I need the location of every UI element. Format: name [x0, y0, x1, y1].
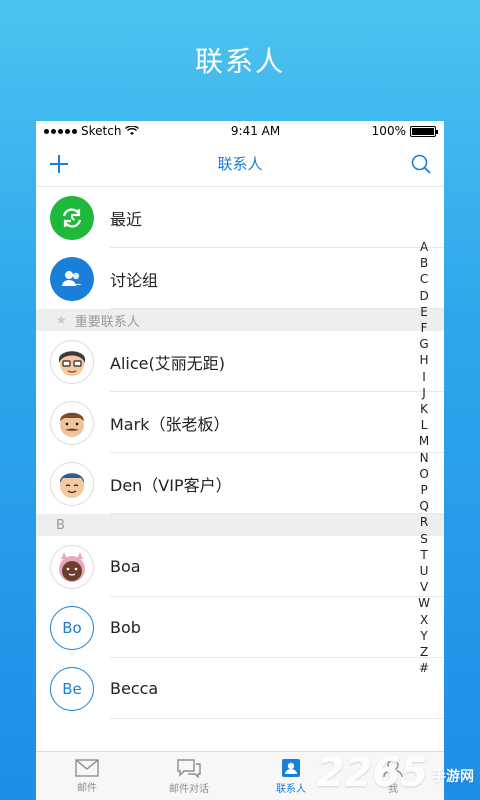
- tab-label: 邮件对话: [169, 783, 209, 795]
- index-letter[interactable]: Y: [420, 628, 427, 644]
- index-letter[interactable]: U: [420, 563, 429, 579]
- banner-title: 联系人: [194, 45, 285, 78]
- avatar: [50, 339, 94, 384]
- contact-row[interactable]: Be Becca: [36, 658, 444, 719]
- index-letter[interactable]: #: [419, 660, 429, 676]
- avatar: [50, 400, 94, 445]
- index-letter[interactable]: E: [420, 304, 428, 320]
- recent-icon: [50, 195, 94, 240]
- index-letter[interactable]: Q: [419, 498, 428, 514]
- index-letter[interactable]: C: [420, 271, 428, 287]
- contact-row[interactable]: Alice(艾丽无距): [36, 331, 444, 392]
- index-letter[interactable]: Z: [420, 644, 428, 660]
- index-letter[interactable]: V: [420, 579, 428, 595]
- contact-name: Den（VIP客户）: [110, 475, 232, 495]
- index-letter[interactable]: H: [420, 352, 429, 368]
- battery-icon: [409, 125, 438, 137]
- recent-row[interactable]: 最近: [36, 187, 444, 248]
- signal-icon: [44, 128, 77, 134]
- index-letter[interactable]: I: [422, 369, 426, 385]
- contact-name: Alice(艾丽无距): [110, 353, 225, 373]
- watermark-number: 2265: [316, 750, 428, 796]
- site-watermark: 2265 手游网: [317, 750, 474, 796]
- clock: 9:41 AM: [230, 124, 281, 138]
- contact-name: Mark（张老板）: [110, 414, 230, 434]
- battery-percent: 100%: [371, 124, 406, 138]
- nav-bar: 联系人: [36, 141, 444, 187]
- carrier-label: Sketch: [81, 124, 122, 138]
- avatar: [50, 544, 94, 589]
- chat-icon: [177, 758, 201, 778]
- index-letter[interactable]: J: [422, 385, 426, 401]
- mail-icon: [75, 758, 99, 777]
- index-letter[interactable]: W: [418, 595, 430, 611]
- contact-name: Bob: [110, 618, 141, 637]
- contact-name: Becca: [110, 679, 159, 698]
- avatar-initials: Be: [50, 666, 94, 711]
- add-icon[interactable]: [48, 153, 70, 175]
- alphabet-index[interactable]: A B C D E F G H I J K L M N O P Q R S T U V W X Y Z #: [418, 239, 430, 676]
- group-icon: [50, 256, 94, 301]
- status-bar: Sketch 9:41 AM 100%: [36, 121, 444, 141]
- tab-conversations[interactable]: 邮件对话: [138, 752, 240, 800]
- recent-label: 最近: [110, 209, 143, 229]
- tab-label: 联系人: [276, 783, 306, 795]
- search-icon[interactable]: [410, 153, 432, 175]
- index-letter[interactable]: R: [420, 514, 428, 530]
- group-label: 讨论组: [110, 270, 159, 290]
- watermark-site: 手游网: [432, 769, 474, 785]
- star-icon: ★: [56, 313, 67, 327]
- phone-screen: Sketch 9:41 AM 100% 联系人 最近 讨论组 ★ 重要联系人 A…: [36, 121, 444, 800]
- avatar: [50, 461, 94, 506]
- index-letter[interactable]: P: [420, 482, 427, 498]
- contacts-icon: [282, 758, 300, 777]
- wifi-icon: [125, 126, 140, 135]
- index-letter[interactable]: G: [419, 336, 428, 352]
- index-letter[interactable]: L: [421, 417, 428, 433]
- index-letter[interactable]: B: [420, 255, 428, 271]
- section-header-starred: ★ 重要联系人: [36, 309, 444, 331]
- tab-mail[interactable]: 邮件: [36, 752, 138, 800]
- index-letter[interactable]: O: [419, 466, 428, 482]
- contact-row[interactable]: Boa: [36, 536, 444, 597]
- index-letter[interactable]: T: [420, 547, 427, 563]
- index-letter[interactable]: N: [420, 450, 429, 466]
- contact-list: 最近 讨论组 ★ 重要联系人 Alice(艾丽无距) Mark（张老板） Den…: [36, 187, 444, 719]
- index-letter[interactable]: K: [420, 401, 428, 417]
- index-letter[interactable]: D: [419, 288, 428, 304]
- contact-name: Boa: [110, 557, 141, 576]
- index-letter[interactable]: S: [420, 531, 428, 547]
- tab-label: 邮件: [77, 782, 97, 794]
- section-label: 重要联系人: [74, 314, 140, 330]
- index-letter[interactable]: M: [419, 433, 429, 449]
- contact-row[interactable]: Mark（张老板）: [36, 392, 444, 453]
- avatar-initials: Bo: [50, 605, 94, 650]
- index-letter[interactable]: X: [420, 612, 428, 628]
- section-header-b: B: [36, 514, 444, 536]
- contact-row[interactable]: Den（VIP客户）: [36, 453, 444, 514]
- section-label: B: [56, 517, 65, 533]
- page-title: 联系人: [217, 155, 263, 173]
- index-letter[interactable]: F: [421, 320, 428, 336]
- index-letter[interactable]: A: [420, 239, 428, 255]
- contact-row[interactable]: Bo Bob: [36, 597, 444, 658]
- group-row[interactable]: 讨论组: [36, 248, 444, 309]
